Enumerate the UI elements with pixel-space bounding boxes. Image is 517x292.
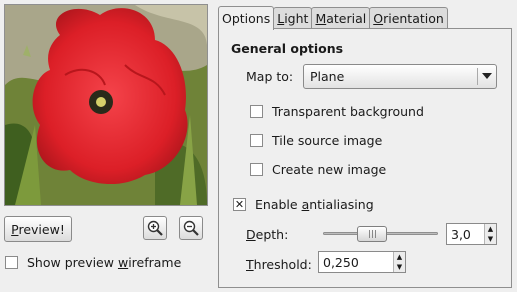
spin-up-icon[interactable]: ▲	[394, 252, 405, 262]
tab-material-mnemonic: M	[315, 10, 327, 26]
tile-source-label: Tile source image	[272, 133, 383, 148]
show-wireframe-checkbox[interactable]: Show preview wireframe	[5, 255, 181, 270]
tab-orientation-rest: rientation	[383, 10, 444, 26]
poppy-preview-graphic	[5, 5, 207, 205]
tab-options[interactable]: Options	[218, 6, 275, 30]
tab-light[interactable]: Light	[273, 7, 313, 28]
depth-value[interactable]: 3,0	[447, 224, 484, 244]
wireframe-label: Show preview wireframe	[27, 255, 182, 270]
preview-button-label: Preview!	[11, 221, 65, 237]
antialiasing-check-box[interactable]: ✕	[233, 198, 246, 211]
map-to-dropdown[interactable]: Plane	[303, 64, 497, 89]
map-to-value: Plane	[310, 69, 345, 84]
create-new-image-check-box[interactable]	[250, 163, 263, 176]
transparent-background-check-box[interactable]	[250, 105, 263, 118]
tab-material[interactable]: Material	[311, 7, 371, 28]
chevron-down-icon	[482, 73, 492, 79]
depth-spinbutton[interactable]: 3,0 ▲ ▼	[446, 223, 497, 245]
preview-button[interactable]: Preview!	[4, 216, 72, 242]
spin-up-icon[interactable]: ▲	[485, 224, 496, 234]
threshold-spin-arrows[interactable]: ▲ ▼	[393, 252, 405, 272]
zoom-out-icon	[183, 220, 199, 236]
preview-image	[4, 4, 208, 206]
transparent-background-checkbox[interactable]: Transparent background	[250, 104, 424, 119]
zoom-out-button[interactable]	[179, 216, 203, 240]
map-to-label: Map to:	[246, 69, 294, 84]
tile-source-check-box[interactable]	[250, 134, 263, 147]
tile-source-checkbox[interactable]: Tile source image	[250, 133, 382, 148]
general-options-title: General options	[231, 41, 344, 56]
threshold-label: Threshold:	[246, 257, 312, 272]
antialiasing-label: Enable antialiasing	[255, 197, 374, 212]
zoom-in-icon	[147, 220, 163, 236]
create-new-image-checkbox[interactable]: Create new image	[250, 162, 386, 177]
tab-orientation-mnemonic: O	[373, 10, 384, 26]
create-new-image-label: Create new image	[272, 162, 387, 177]
spin-down-icon[interactable]: ▼	[485, 234, 496, 244]
depth-spin-arrows[interactable]: ▲ ▼	[484, 224, 496, 244]
threshold-value[interactable]: 0,250	[319, 252, 393, 272]
tab-bar: Options Light Material Orientation	[218, 6, 448, 30]
enable-antialiasing-checkbox[interactable]: ✕ Enable antialiasing	[233, 197, 374, 212]
spin-down-icon[interactable]: ▼	[394, 262, 405, 272]
zoom-in-button[interactable]	[143, 216, 167, 240]
depth-label: Depth:	[246, 227, 289, 242]
tab-light-mnemonic: L	[277, 10, 285, 26]
dropdown-separator	[477, 68, 478, 85]
threshold-spinbutton[interactable]: 0,250 ▲ ▼	[318, 251, 406, 273]
tab-orientation[interactable]: Orientation	[369, 7, 448, 28]
depth-slider-handle[interactable]	[357, 226, 387, 242]
wireframe-check-box[interactable]	[5, 256, 18, 269]
transparent-background-label: Transparent background	[272, 104, 424, 119]
tab-material-rest: aterial	[326, 10, 367, 26]
tab-light-rest: ight	[284, 10, 309, 26]
